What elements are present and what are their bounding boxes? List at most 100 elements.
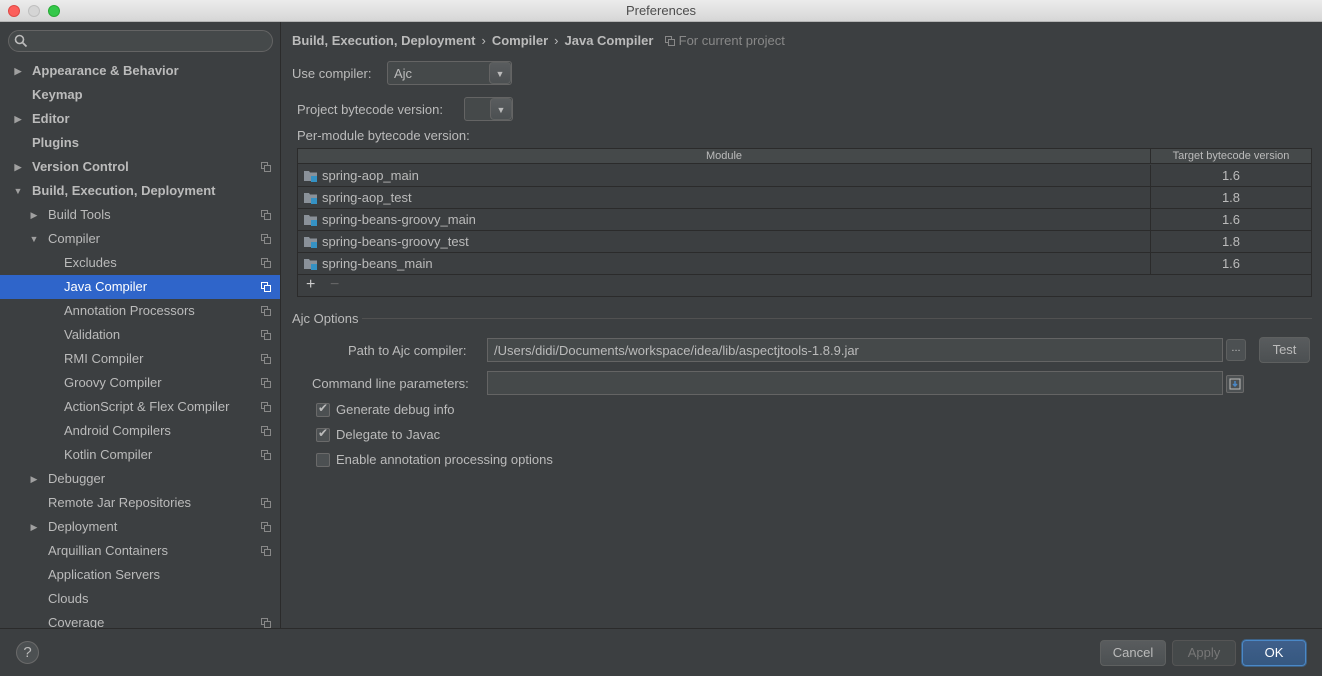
sidebar-item-label: Annotation Processors [64, 303, 195, 318]
sidebar-item-excludes[interactable]: Excludes [0, 251, 280, 275]
sidebar-item-clouds[interactable]: Clouds [0, 587, 280, 611]
apply-button[interactable]: Apply [1172, 640, 1236, 666]
target-version-cell[interactable]: 1.6 [1151, 212, 1311, 227]
column-header-module[interactable]: Module [298, 149, 1151, 164]
add-module-button[interactable]: + [306, 277, 315, 293]
collapsed-arrow-icon[interactable]: ▶ [13, 155, 23, 179]
module-name: spring-aop_main [322, 168, 419, 183]
title-bar: Preferences [0, 0, 1322, 22]
sidebar-item-keymap[interactable]: Keymap [0, 83, 280, 107]
sidebar-item-actionscript-flex-compiler[interactable]: ActionScript & Flex Compiler [0, 395, 280, 419]
column-header-target[interactable]: Target bytecode version [1151, 149, 1311, 164]
command-line-label: Command line parameters: [312, 376, 469, 391]
test-button[interactable]: Test [1259, 337, 1310, 363]
module-cell: spring-beans-groovy_main [298, 209, 1151, 230]
table-row[interactable]: spring-aop_main 1.6 [298, 165, 1311, 187]
table-row[interactable]: spring-beans_main 1.6 [298, 253, 1311, 275]
collapsed-arrow-icon[interactable]: ▶ [29, 515, 39, 539]
project-scope-icon [261, 354, 271, 364]
sidebar-item-remote-jar-repositories[interactable]: Remote Jar Repositories [0, 491, 280, 515]
module-folder-icon [304, 237, 317, 248]
chevron-down-icon: ▼ [490, 98, 512, 120]
sidebar-item-kotlin-compiler[interactable]: Kotlin Compiler [0, 443, 280, 467]
module-name: spring-aop_test [322, 190, 412, 205]
settings-search-field[interactable] [8, 30, 273, 52]
checkbox-label: Delegate to Javac [336, 427, 441, 442]
help-button[interactable]: ? [16, 641, 39, 664]
command-line-field[interactable] [487, 371, 1223, 395]
sidebar-item-groovy-compiler[interactable]: Groovy Compiler [0, 371, 280, 395]
sidebar-item-build-tools[interactable]: ▶ Build Tools [0, 203, 280, 227]
project-scope-icon [665, 36, 675, 46]
module-name: spring-beans-groovy_test [322, 234, 469, 249]
expand-field-button[interactable] [1226, 375, 1244, 393]
table-row[interactable]: spring-beans-groovy_main 1.6 [298, 209, 1311, 231]
ok-button[interactable]: OK [1242, 640, 1306, 666]
project-scope-icon [261, 282, 271, 292]
sidebar-item-label: Plugins [32, 135, 79, 150]
browse-path-button[interactable]: ... [1226, 339, 1246, 361]
breadcrumb: Build, Execution, Deployment › Compiler › Ja… [292, 33, 785, 48]
sidebar-item-rmi-compiler[interactable]: RMI Compiler [0, 347, 280, 371]
settings-sidebar: ▶ Appearance & Behavior Keymap ▶ Editor Plugi… [0, 22, 281, 628]
module-name: spring-beans_main [322, 256, 433, 271]
module-cell: spring-beans_main [298, 253, 1151, 274]
section-divider [362, 318, 1312, 319]
sidebar-item-label: Kotlin Compiler [64, 447, 153, 462]
target-version-cell[interactable]: 1.8 [1151, 234, 1311, 249]
expanded-arrow-icon[interactable]: ▼ [29, 227, 39, 251]
sidebar-item-java-compiler[interactable]: Java Compiler [0, 275, 280, 299]
sidebar-item-android-compilers[interactable]: Android Compilers [0, 419, 280, 443]
project-scope-icon [261, 306, 271, 316]
collapsed-arrow-icon[interactable]: ▶ [13, 59, 23, 83]
sidebar-item-label: Remote Jar Repositories [48, 495, 192, 510]
sidebar-item-compiler[interactable]: ▼ Compiler [0, 227, 280, 251]
cancel-button[interactable]: Cancel [1100, 640, 1166, 666]
module-folder-icon [304, 215, 317, 226]
remove-module-button[interactable]: − [330, 277, 339, 293]
project-scope-icon [261, 258, 271, 268]
ajc-path-input[interactable] [488, 339, 1222, 361]
sidebar-item-coverage[interactable]: Coverage [0, 611, 280, 628]
checkmark-icon: ✔ [318, 426, 329, 440]
sidebar-item-appearance-behavior[interactable]: ▶ Appearance & Behavior [0, 59, 280, 83]
project-scope-icon [261, 378, 271, 388]
sidebar-item-validation[interactable]: Validation [0, 323, 280, 347]
sidebar-item-annotation-processors[interactable]: Annotation Processors [0, 299, 280, 323]
table-row[interactable]: spring-beans-groovy_test 1.8 [298, 231, 1311, 253]
breadcrumb-item: Build, Execution, Deployment [292, 33, 476, 48]
use-compiler-dropdown[interactable]: Ajc ▼ [387, 61, 512, 85]
project-scope-icon [261, 498, 271, 508]
target-version-cell[interactable]: 1.8 [1151, 190, 1311, 205]
enable-annotation-processing-options-checkbox[interactable] [316, 453, 330, 467]
sidebar-item-plugins[interactable]: Plugins [0, 131, 280, 155]
sidebar-item-label: Validation [64, 327, 121, 342]
delegate-to-javac-checkbox[interactable]: ✔ [316, 426, 330, 442]
sidebar-item-deployment[interactable]: ▶ Deployment [0, 515, 280, 539]
target-version-cell[interactable]: 1.6 [1151, 168, 1311, 183]
sidebar-item-application-servers[interactable]: Application Servers [0, 563, 280, 587]
ajc-path-field[interactable] [487, 338, 1223, 362]
sidebar-item-arquillian-containers[interactable]: Arquillian Containers [0, 539, 280, 563]
collapsed-arrow-icon[interactable]: ▶ [29, 467, 39, 491]
sidebar-item-label: Groovy Compiler [64, 375, 162, 390]
bytecode-version-dropdown[interactable]: ▼ [464, 97, 513, 121]
target-version-cell[interactable]: 1.6 [1151, 256, 1311, 271]
collapsed-arrow-icon[interactable]: ▶ [29, 203, 39, 227]
sidebar-item-debugger[interactable]: ▶ Debugger [0, 467, 280, 491]
sidebar-item-label: Application Servers [48, 567, 160, 582]
project-scope-icon [261, 330, 271, 340]
project-scope-icon [261, 162, 271, 172]
sidebar-item-label: ActionScript & Flex Compiler [64, 399, 230, 414]
generate-debug-info-checkbox[interactable]: ✔ [316, 401, 330, 417]
collapsed-arrow-icon[interactable]: ▶ [13, 107, 23, 131]
sidebar-item-editor[interactable]: ▶ Editor [0, 107, 280, 131]
sidebar-item-label: Arquillian Containers [48, 543, 168, 558]
command-line-input[interactable] [488, 372, 1222, 394]
sidebar-item-version-control[interactable]: ▶ Version Control [0, 155, 280, 179]
expanded-arrow-icon[interactable]: ▼ [13, 179, 23, 203]
ajc-options-title: Ajc Options [292, 311, 359, 326]
project-scope-note: For current project [665, 33, 785, 48]
sidebar-item-build-execution-deployment[interactable]: ▼ Build, Execution, Deployment [0, 179, 280, 203]
table-row[interactable]: spring-aop_test 1.8 [298, 187, 1311, 209]
